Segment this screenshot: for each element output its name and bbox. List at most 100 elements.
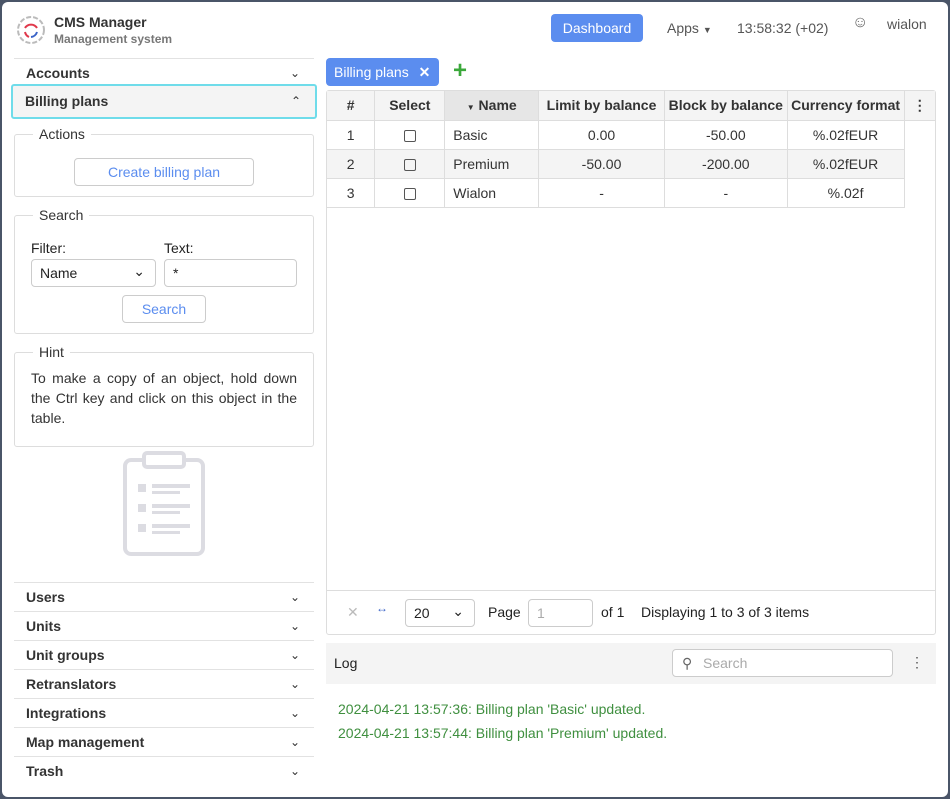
sidebar-item-map-management[interactable]: Map management ⌄ — [14, 727, 314, 756]
cell-currency: %.02fEUR — [787, 149, 905, 179]
apps-menu[interactable]: Apps ▼ — [667, 20, 712, 36]
cell-number: 2 — [327, 149, 376, 179]
cell-block: -200.00 — [664, 149, 788, 179]
search-legend: Search — [39, 207, 84, 223]
chevron-down-icon: ⌄ — [133, 263, 145, 279]
cell-name: Premium — [444, 149, 540, 179]
text-input[interactable]: * — [164, 259, 297, 287]
close-icon[interactable]: ✕ — [419, 64, 431, 80]
pager: ✕ ↔ 20 ⌄ Page 1 of 1 Displaying 1 to 3 of… — [327, 590, 935, 634]
cell-select — [374, 149, 446, 179]
add-tab-button[interactable]: + — [453, 57, 467, 85]
col-limit[interactable]: Limit by balance — [538, 91, 665, 121]
tab-billing-plans[interactable]: Billing plans ✕ — [326, 58, 439, 86]
cell-number: 3 — [327, 178, 376, 208]
billing-plans-table: # Select ▼ Name Limit by balance Block b… — [326, 90, 936, 635]
cell-limit: -50.00 — [538, 149, 665, 179]
cell-currency: %.02f — [787, 178, 905, 208]
row-checkbox[interactable] — [403, 129, 416, 142]
page-input[interactable]: 1 — [528, 599, 593, 627]
page-label: Page — [488, 604, 521, 620]
col-name[interactable]: ▼ Name — [444, 91, 540, 121]
dashboard-button[interactable]: Dashboard — [551, 14, 643, 42]
sidebar-item-units[interactable]: Units ⌄ — [14, 611, 314, 640]
chevron-down-icon: ⌄ — [289, 648, 300, 662]
hint-panel: Hint To make a copy of an object, hold d… — [14, 344, 314, 447]
log-line: 2024-04-21 13:57:36: Billing plan 'Basic… — [338, 701, 646, 717]
tab-label: Billing plans — [334, 64, 409, 80]
sidebar-item-label: Map management — [26, 734, 145, 750]
sidebar-item-accounts[interactable]: Accounts ⌄ — [14, 58, 314, 87]
sidebar-item-label: Users — [26, 589, 65, 605]
cell-block: -50.00 — [664, 120, 788, 150]
actions-panel: Actions Create billing plan — [14, 126, 314, 197]
apps-label: Apps — [667, 20, 699, 36]
autofit-icon[interactable]: ↔ — [376, 601, 388, 615]
user-icon[interactable]: ☺ — [852, 14, 868, 32]
sidebar-item-label: Trash — [26, 763, 64, 779]
col-name-label: Name — [478, 97, 517, 114]
chevron-down-icon: ⌄ — [289, 677, 300, 691]
sidebar-item-users[interactable]: Users ⌄ — [14, 582, 314, 611]
app-title: CMS Manager — [54, 14, 147, 30]
cell-limit: - — [538, 178, 665, 208]
table-row[interactable]: 2 Premium -50.00 -200.00 %.02fEUR — [327, 149, 935, 179]
clock: 13:58:32 (+02) — [737, 20, 829, 36]
actions-legend: Actions — [39, 126, 85, 142]
app-subtitle: Management system — [54, 32, 173, 46]
chevron-down-icon: ⌄ — [289, 619, 300, 633]
sidebar-item-label: Retranslators — [26, 676, 117, 692]
col-currency[interactable]: Currency format — [787, 91, 905, 121]
page-size-value: 20 — [414, 605, 430, 621]
clear-icon[interactable]: ✕ — [347, 604, 359, 621]
cell-select — [374, 178, 446, 208]
cell-limit: 0.00 — [538, 120, 665, 150]
sidebar-item-label: Units — [26, 618, 61, 634]
display-info: Displaying 1 to 3 of 3 items — [641, 604, 810, 620]
hint-legend: Hint — [39, 344, 64, 360]
sidebar-item-integrations[interactable]: Integrations ⌄ — [14, 698, 314, 727]
user-name[interactable]: wialon — [887, 16, 927, 32]
filter-select[interactable]: Name ⌄ — [31, 259, 156, 287]
logo-icon — [17, 16, 45, 44]
chevron-down-icon: ⌄ — [289, 590, 300, 604]
log-search-input[interactable]: ⚲ Search — [672, 649, 893, 677]
col-block[interactable]: Block by balance — [664, 91, 788, 121]
search-button[interactable]: Search — [122, 295, 206, 323]
clipboard-icon — [123, 451, 205, 556]
sidebar-item-label: Billing plans — [25, 93, 109, 109]
chevron-down-icon: ⌄ — [289, 764, 300, 778]
sidebar-item-trash[interactable]: Trash ⌄ — [14, 756, 314, 785]
log-search-placeholder: Search — [703, 655, 748, 671]
sidebar-item-unit-groups[interactable]: Unit groups ⌄ — [14, 640, 314, 669]
chevron-down-icon: ⌄ — [289, 706, 300, 720]
chevron-up-icon: ⌃ — [290, 94, 301, 108]
cell-number: 1 — [327, 120, 376, 150]
chevron-down-icon: ⌄ — [289, 66, 300, 80]
table-row[interactable]: 1 Basic 0.00 -50.00 %.02fEUR — [327, 120, 935, 150]
sidebar-item-label: Integrations — [26, 705, 107, 721]
sidebar-item-billing-plans[interactable]: Billing plans ⌃ — [11, 84, 317, 119]
chevron-down-icon: ⌄ — [452, 603, 464, 619]
col-number[interactable]: # — [327, 91, 376, 121]
page-size-select[interactable]: 20 ⌄ — [405, 599, 475, 627]
search-icon: ⚲ — [682, 655, 693, 671]
text-label: Text: — [164, 240, 194, 256]
log-menu-icon[interactable]: ⋮ — [910, 654, 924, 671]
sidebar-item-retranslators[interactable]: Retranslators ⌄ — [14, 669, 314, 698]
row-checkbox[interactable] — [403, 158, 416, 171]
sort-desc-icon: ▼ — [466, 103, 475, 113]
cell-block: - — [664, 178, 788, 208]
page-count: of 1 — [601, 604, 625, 620]
search-panel: Search Filter: Text: Name ⌄ * Search — [14, 207, 314, 334]
row-checkbox[interactable] — [403, 187, 416, 200]
column-menu-icon[interactable]: ⋮ — [904, 91, 935, 121]
sidebar-item-label: Accounts — [26, 65, 90, 81]
col-select[interactable]: Select — [374, 91, 446, 121]
filter-value: Name — [40, 265, 78, 281]
table-row[interactable]: 3 Wialon - - %.02f — [327, 178, 935, 208]
log-header: Log ⚲ Search ⋮ — [326, 643, 936, 684]
cell-currency: %.02fEUR — [787, 120, 905, 150]
table-header: # Select ▼ Name Limit by balance Block b… — [327, 91, 935, 121]
create-billing-plan-button[interactable]: Create billing plan — [74, 158, 254, 186]
